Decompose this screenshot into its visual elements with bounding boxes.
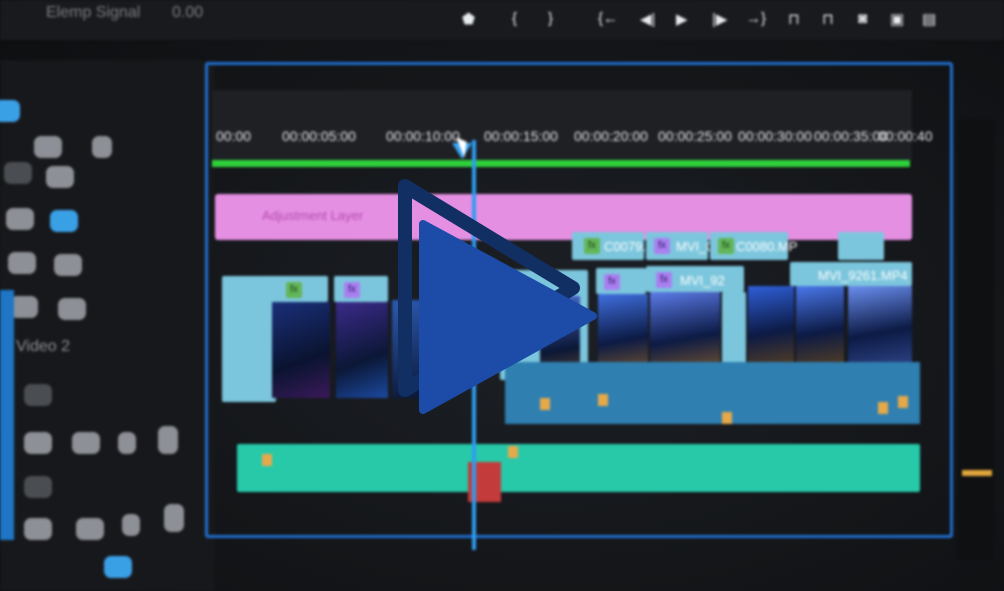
track-button (24, 432, 52, 454)
wrench-icon (92, 136, 112, 158)
timecode: 00:00:05:00 (282, 128, 356, 144)
marker-icon: ⬟ (462, 11, 476, 28)
settings-icon: ▤ (922, 11, 937, 28)
keyframe-marker (262, 454, 272, 466)
adjustment-layer-label: Adjustment Layer (262, 208, 364, 223)
keyframe-marker (898, 396, 908, 408)
track-button (34, 136, 62, 158)
go-to-in-icon: {← (598, 10, 619, 27)
track-button (50, 210, 78, 232)
clip-label: C0079. (604, 239, 646, 254)
audio-meter (958, 120, 994, 560)
timecode: 00:00:35:00 (814, 128, 888, 144)
timecode: 00:00:30:00 (738, 128, 812, 144)
keyframe-marker (508, 446, 518, 458)
clip-label: MVI_9261.MP4 (818, 268, 908, 283)
fx-badge: fx (654, 238, 670, 254)
time-ruler (212, 90, 912, 160)
clip-thumbnail (748, 286, 794, 362)
timecode: 00:00 (216, 128, 252, 144)
track-label: Video 2 (16, 338, 70, 355)
video-thumbnail[interactable]: Elemp Signal 0.00 ⬟ { } {← ◀| ▶ |▶ →} ⊓ … (0, 0, 1004, 591)
clip-label: C0080.MP (736, 239, 798, 254)
fx-badge: fx (344, 282, 360, 298)
track-button (122, 514, 140, 536)
track-button (24, 476, 52, 498)
timecode: 00:00:40 (878, 128, 933, 144)
compare-icon: ▣ (890, 11, 905, 28)
track-button (118, 432, 136, 454)
timecode: 00:00:20:00 (574, 128, 648, 144)
track-button (54, 254, 82, 276)
sequence-extra: 0.00 (172, 4, 204, 21)
timecode: 00:00:10:00 (386, 128, 460, 144)
step-back-icon: ◀| (640, 11, 656, 28)
clip-thumbnail (796, 286, 844, 362)
microphone-icon (164, 504, 184, 532)
camera-icon: ◙ (858, 10, 868, 27)
clip-header (838, 232, 884, 260)
sequence-name: Elemp Signal (46, 4, 141, 21)
track-button (4, 162, 32, 184)
clip-thumbnail (650, 292, 720, 368)
work-area-bar (212, 160, 910, 167)
fx-badge: fx (718, 238, 734, 254)
timecode: 00:00:15:00 (484, 128, 558, 144)
microphone-icon (158, 426, 178, 454)
fx-badge: fx (656, 272, 672, 288)
track-selection-bar (0, 290, 14, 540)
fx-badge: fx (286, 282, 302, 298)
fx-badge: fx (604, 274, 620, 290)
track-button (24, 384, 52, 406)
in-point-icon: { (512, 10, 518, 27)
track-toggle (0, 100, 20, 122)
go-to-out-icon: →} (746, 10, 767, 27)
step-forward-icon: |▶ (712, 11, 728, 28)
clip-thumbnail (336, 302, 388, 398)
track-button (24, 518, 52, 540)
track-button (10, 296, 38, 318)
keyframe-marker (722, 412, 732, 424)
track-button (104, 556, 132, 578)
timecode: 00:00:25:00 (658, 128, 732, 144)
track-button (58, 298, 86, 320)
play-control-icon: ▶ (676, 11, 688, 28)
track-button (72, 432, 100, 454)
lift-icon: ⊓ (788, 11, 800, 28)
extract-icon: ⊓ (822, 11, 834, 28)
keyframe-marker (878, 402, 888, 414)
clip-thumbnail (848, 286, 912, 362)
clip-label: MVI_0 (676, 239, 714, 254)
track-button (76, 518, 104, 540)
play-icon[interactable] (393, 176, 603, 416)
top-toolbar (0, 0, 1004, 40)
audio-meter-level (962, 470, 992, 476)
track-button (8, 252, 36, 274)
clip-label: MVI_92 (680, 273, 725, 288)
clip-thumbnail (272, 302, 330, 398)
clip-thumbnail (598, 294, 648, 370)
clip-header (334, 276, 388, 302)
audio-track (237, 444, 920, 492)
out-point-icon: } (548, 10, 554, 27)
video-clip (722, 292, 746, 368)
track-button (6, 208, 34, 230)
track-button (46, 166, 74, 188)
